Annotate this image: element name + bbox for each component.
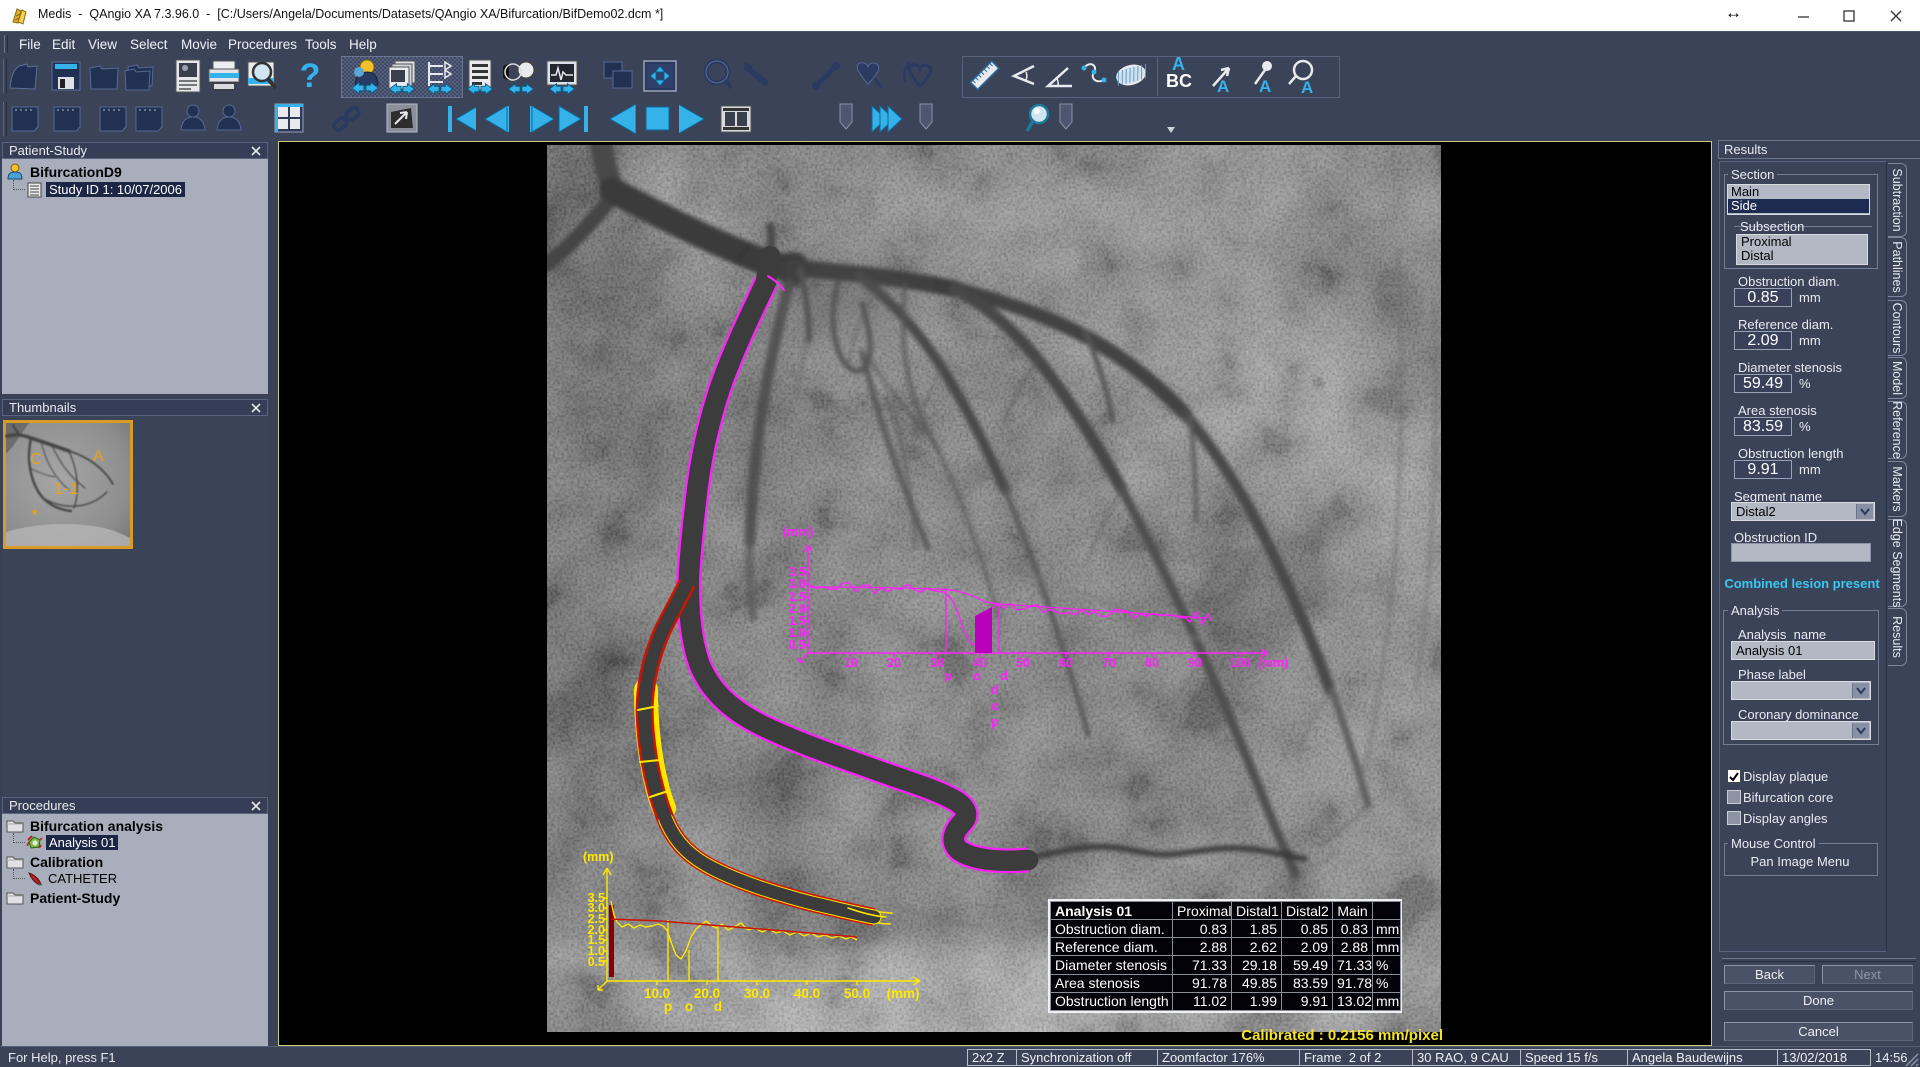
svg-text:100: 100 [1230, 656, 1251, 670]
svg-text:o: o [685, 999, 693, 1014]
svg-text:40.0: 40.0 [794, 986, 820, 1001]
svg-text:p: p [664, 999, 672, 1014]
svg-text:p: p [991, 715, 999, 729]
svg-text:30: 30 [930, 656, 944, 670]
svg-text:(mm): (mm) [1258, 656, 1289, 670]
svg-text:0.5: 0.5 [789, 638, 806, 652]
svg-text:80: 80 [1145, 656, 1159, 670]
svg-text:*: * [31, 506, 38, 526]
svg-text:p: p [944, 669, 952, 683]
svg-text:d: d [1000, 669, 1008, 683]
svg-text:70: 70 [1102, 656, 1116, 670]
svg-text:o: o [991, 699, 999, 713]
svg-text:(mm): (mm) [887, 986, 920, 1001]
svg-text:(mm): (mm) [783, 525, 814, 539]
svg-text:10: 10 [844, 656, 858, 670]
svg-text:d: d [991, 683, 999, 697]
svg-text:30.0: 30.0 [744, 986, 770, 1001]
svg-text:A: A [93, 448, 104, 465]
svg-text:0.5: 0.5 [588, 955, 605, 969]
svg-text:d: d [714, 999, 722, 1014]
svg-text:A: A [1301, 78, 1313, 96]
svg-text:40: 40 [973, 656, 987, 670]
svg-text:50: 50 [1016, 656, 1030, 670]
svg-text:50.0: 50.0 [844, 986, 870, 1001]
svg-text:1-1: 1-1 [54, 479, 79, 498]
svg-text:(mm): (mm) [583, 850, 614, 864]
svg-text:A: A [1217, 77, 1229, 96]
svg-text:A: A [1259, 77, 1271, 96]
svg-text:3.0: 3.0 [789, 577, 806, 591]
svg-text:20: 20 [887, 656, 901, 670]
svg-text:C: C [30, 451, 42, 468]
svg-text:60: 60 [1059, 656, 1073, 670]
svg-text:o: o [973, 669, 981, 683]
svg-text:90: 90 [1188, 656, 1202, 670]
